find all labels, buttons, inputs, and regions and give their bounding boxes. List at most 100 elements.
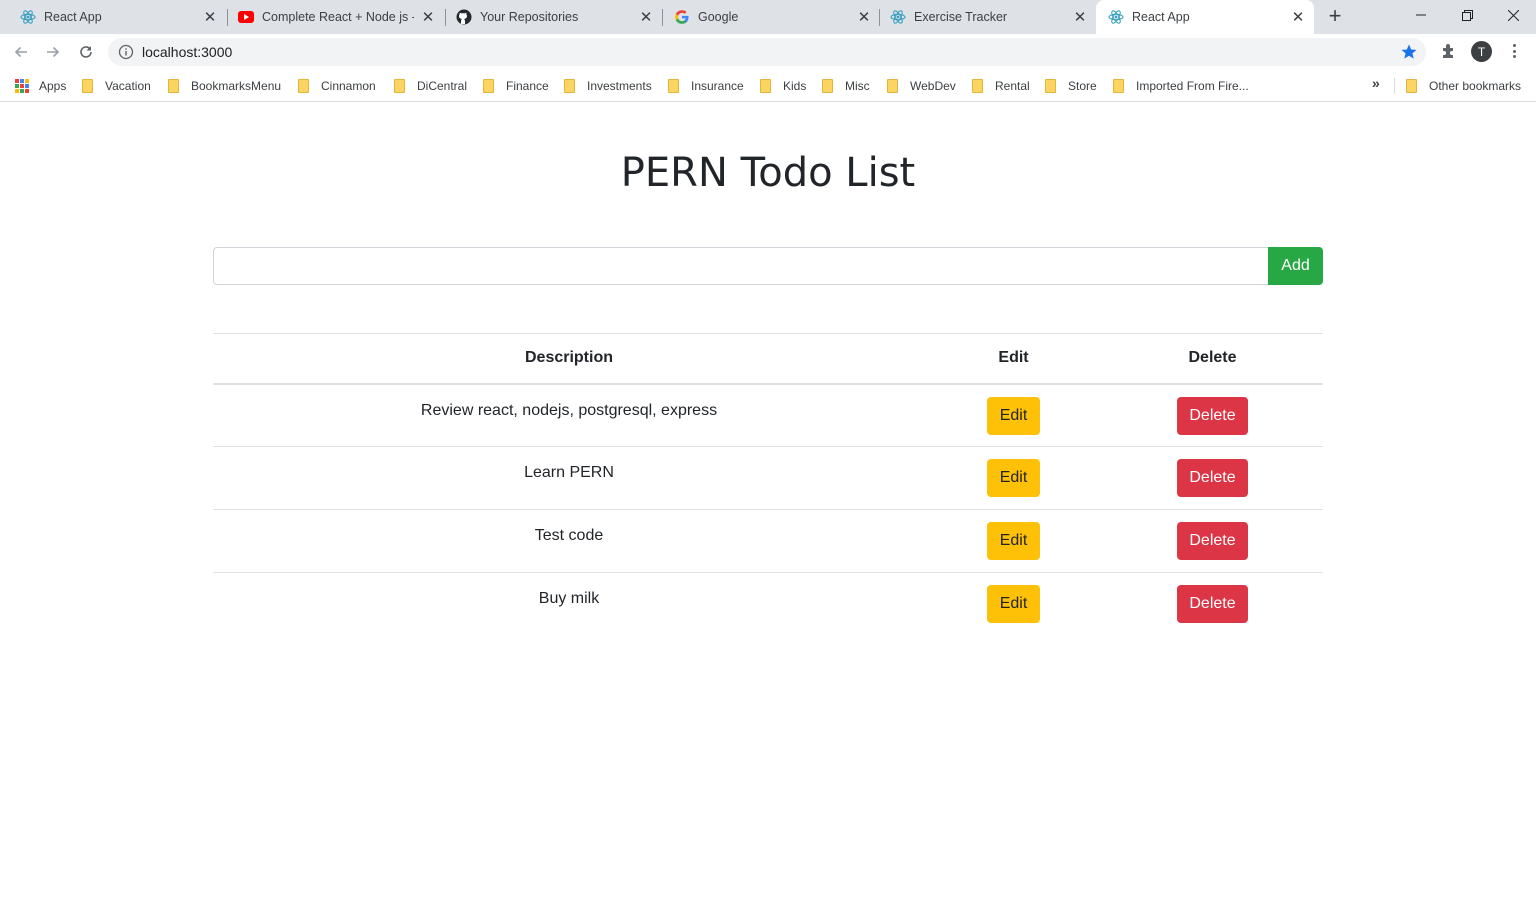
- new-tab-button[interactable]: +: [1324, 5, 1346, 28]
- table-row: Test code Edit Delete: [213, 509, 1323, 573]
- reload-icon: [80, 46, 92, 58]
- bookmark-star-icon[interactable]: [1400, 43, 1418, 61]
- back-arrow-icon: [14, 46, 27, 58]
- bookmark-label: Kids: [783, 79, 807, 93]
- edit-button[interactable]: Edit: [987, 396, 1040, 435]
- edit-button[interactable]: Edit: [987, 585, 1040, 623]
- close-icon[interactable]: ✕: [1072, 9, 1088, 26]
- reload-button[interactable]: [73, 39, 99, 65]
- tab-youtube[interactable]: Complete React + Node js - C ✕: [218, 0, 444, 34]
- todo-table: Description Edit Delete Review react, no…: [213, 333, 1323, 636]
- table-header: Description Edit Delete: [213, 333, 1323, 385]
- delete-button[interactable]: Delete: [1177, 396, 1248, 435]
- tab-title: Google: [698, 10, 739, 24]
- bookmark-apps[interactable]: Apps: [15, 77, 66, 95]
- bookmark-folder[interactable]: Store: [1045, 77, 1097, 95]
- page-title: PERN Todo List: [620, 150, 916, 196]
- delete-cell: Delete: [1102, 572, 1323, 636]
- react-icon: [1108, 9, 1124, 25]
- tab-github[interactable]: Your Repositories ✕: [436, 0, 662, 34]
- bookmarks-separator: [1394, 78, 1395, 94]
- url-text[interactable]: localhost:3000: [142, 44, 232, 60]
- bookmarks-overflow-chevron-icon[interactable]: »: [1372, 75, 1380, 91]
- add-todo-button[interactable]: Add: [1268, 247, 1323, 285]
- bookmark-folder[interactable]: Insurance: [668, 77, 744, 95]
- close-window-button[interactable]: [1490, 0, 1536, 30]
- close-icon[interactable]: ✕: [420, 9, 436, 26]
- close-icon[interactable]: ✕: [638, 9, 654, 26]
- delete-button[interactable]: Delete: [1177, 459, 1248, 497]
- tab-strip: React App ✕ Complete React + Node js - C…: [0, 0, 1536, 34]
- close-icon[interactable]: ✕: [202, 9, 218, 26]
- folder-icon: [887, 79, 898, 93]
- bookmark-folder[interactable]: Vacation: [82, 77, 151, 95]
- folder-icon: [394, 79, 405, 93]
- folder-icon: [564, 79, 575, 93]
- address-bar[interactable]: localhost:3000: [108, 38, 1426, 66]
- bookmark-folder[interactable]: Investments: [564, 77, 652, 95]
- restore-button[interactable]: [1444, 0, 1490, 30]
- table-row: Learn PERN Edit Delete: [213, 446, 1323, 510]
- tab-title: Your Repositories: [480, 10, 579, 24]
- bookmark-folder[interactable]: Finance: [483, 77, 549, 95]
- delete-cell: Delete: [1102, 383, 1323, 447]
- tab-title: React App: [44, 10, 102, 24]
- bookmark-folder[interactable]: Cinnamon: [298, 77, 376, 95]
- table-body: Review react, nodejs, postgresql, expres…: [213, 383, 1323, 636]
- edit-button[interactable]: Edit: [987, 522, 1040, 560]
- back-button[interactable]: [8, 39, 34, 65]
- edit-cell: Edit: [925, 572, 1102, 636]
- edit-button[interactable]: Edit: [987, 459, 1040, 497]
- folder-icon: [1113, 79, 1124, 93]
- tab-react-app-active[interactable]: React App ✕: [1096, 0, 1314, 34]
- todo-description: Buy milk: [213, 572, 925, 636]
- folder-icon: [1406, 79, 1417, 93]
- bookmark-folder[interactable]: Kids: [760, 77, 806, 95]
- extensions-puzzle-icon[interactable]: [1440, 42, 1458, 60]
- close-icon[interactable]: ✕: [1290, 9, 1306, 26]
- bookmark-label: Finance: [506, 79, 549, 93]
- delete-cell: Delete: [1102, 509, 1323, 573]
- bookmark-folder[interactable]: WebDev: [887, 77, 956, 95]
- bookmark-label: DiCentral: [417, 79, 468, 93]
- tab-title: Exercise Tracker: [914, 10, 1008, 24]
- folder-icon: [1045, 79, 1056, 93]
- bookmark-folder[interactable]: Rental: [972, 77, 1030, 95]
- other-bookmarks-folder[interactable]: Other bookmarks: [1406, 77, 1521, 95]
- bookmark-folder[interactable]: Misc: [822, 77, 870, 95]
- delete-button[interactable]: Delete: [1177, 522, 1248, 560]
- google-icon: [674, 9, 690, 25]
- table-header-row: Description Edit Delete: [213, 333, 1323, 385]
- tab-exercise-tracker[interactable]: Exercise Tracker ✕: [870, 0, 1096, 34]
- bookmark-label: WebDev: [910, 79, 956, 93]
- edit-cell: Edit: [925, 446, 1102, 510]
- todo-description-input[interactable]: [213, 247, 1269, 285]
- table-row: Buy milk Edit Delete: [213, 572, 1323, 636]
- column-header-edit: Edit: [925, 333, 1102, 385]
- youtube-icon: [238, 9, 254, 25]
- delete-button[interactable]: Delete: [1177, 585, 1248, 623]
- bookmark-folder[interactable]: BookmarksMenu: [168, 77, 281, 95]
- bookmark-label: Apps: [39, 79, 67, 93]
- react-icon: [890, 9, 906, 25]
- browser-menu-icon[interactable]: [1506, 42, 1522, 60]
- tab-google[interactable]: Google ✕: [654, 0, 880, 34]
- minimize-button[interactable]: [1398, 0, 1444, 30]
- bookmark-label: Misc: [845, 79, 870, 93]
- bookmark-label: Cinnamon: [321, 79, 376, 93]
- bookmark-label: Insurance: [691, 79, 744, 93]
- profile-avatar[interactable]: T: [1471, 41, 1492, 62]
- bookmarks-bar: Apps Vacation BookmarksMenu Cinnamon DiC…: [0, 70, 1536, 102]
- tab-react-app-1[interactable]: React App ✕: [0, 0, 226, 34]
- forward-button[interactable]: [40, 39, 66, 65]
- folder-icon: [972, 79, 983, 93]
- info-icon[interactable]: [118, 44, 134, 60]
- tab-title: React App: [1132, 10, 1190, 24]
- folder-icon: [298, 79, 309, 93]
- bookmark-folder[interactable]: Imported From Fire...: [1113, 77, 1249, 95]
- edit-cell: Edit: [925, 509, 1102, 573]
- bookmark-folder[interactable]: DiCentral: [394, 77, 467, 95]
- tab-title: Complete React + Node js - C: [262, 10, 414, 24]
- bookmark-label: Vacation: [105, 79, 151, 93]
- bookmark-label: Rental: [995, 79, 1030, 93]
